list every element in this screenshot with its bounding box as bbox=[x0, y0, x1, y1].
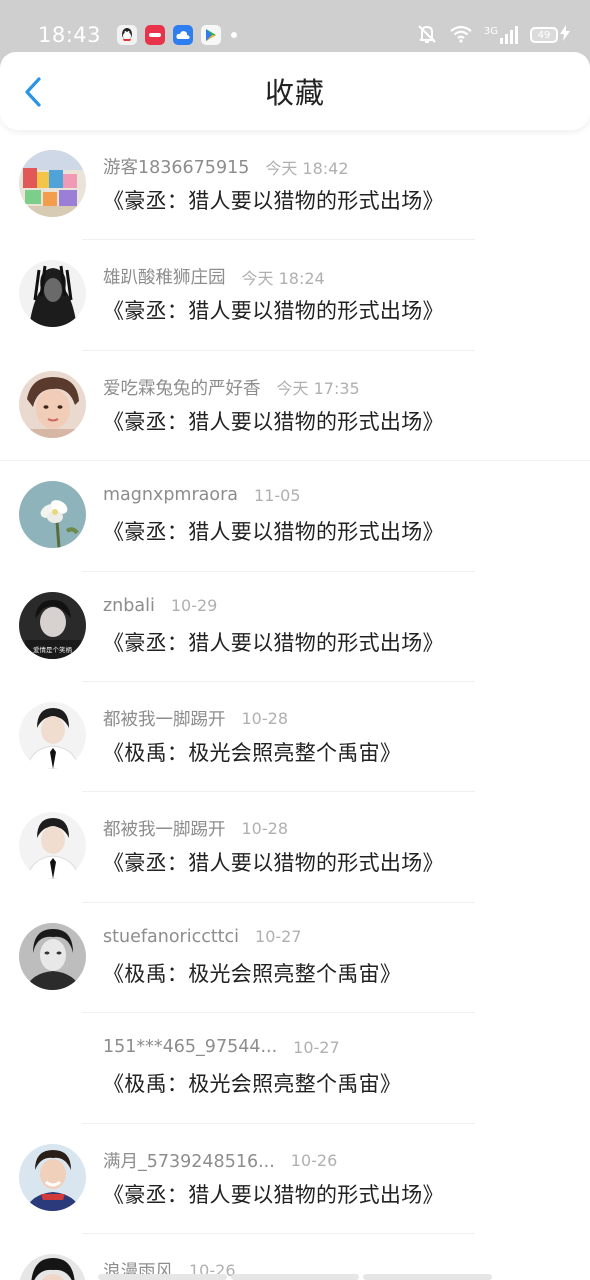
play-store-icon bbox=[201, 25, 222, 45]
header: 收藏 bbox=[0, 52, 590, 130]
timestamp: 今天 17:35 bbox=[276, 379, 360, 399]
timestamp: 10-27 bbox=[293, 1037, 340, 1057]
qq-icon bbox=[117, 25, 138, 45]
screen: 18:43 3G 49 收藏 游客1836675915 今天 18:42 《豪丞… bbox=[0, 0, 590, 1280]
avatar[interactable]: 爱情是个笑柄 bbox=[19, 591, 86, 659]
username[interactable]: magnxpmraora bbox=[103, 485, 238, 505]
network-type: 3G bbox=[483, 26, 498, 37]
more-notifications-dot bbox=[231, 32, 238, 38]
timestamp: 10-28 bbox=[241, 819, 289, 839]
mute-icon bbox=[416, 24, 438, 47]
timestamp: 10-29 bbox=[170, 596, 218, 616]
list-item[interactable]: 都被我一脚踢开 10-28 《极禹：极光会照亮整个禹宙》 bbox=[0, 682, 590, 793]
username[interactable]: 爱吃霖兔兔的严好香 bbox=[103, 375, 261, 400]
back-button[interactable] bbox=[18, 74, 48, 110]
favorite-title[interactable]: 《极禹：极光会照亮整个禹宙》 bbox=[103, 1068, 401, 1098]
username[interactable]: znbali bbox=[103, 596, 155, 616]
list-item[interactable]: 151***465_97544... 10-27 《极禹：极光会照亮整个禹宙》 bbox=[0, 1013, 590, 1124]
avatar[interactable] bbox=[19, 370, 86, 438]
timestamp: 10-28 bbox=[241, 708, 289, 728]
avatar[interactable] bbox=[19, 701, 86, 769]
cellular-signal-icon: 3G bbox=[484, 26, 518, 44]
favorite-title[interactable]: 《豪丞：猎人要以猎物的形式出场》 bbox=[103, 185, 444, 215]
username[interactable]: stuefanoriccttci bbox=[103, 927, 239, 947]
username[interactable]: 都被我一脚踢开 bbox=[103, 706, 226, 731]
battery-level: 49 bbox=[530, 27, 558, 43]
avatar[interactable] bbox=[19, 1143, 86, 1211]
favorite-title[interactable]: 《极禹：极光会照亮整个禹宙》 bbox=[103, 737, 401, 767]
favorite-title[interactable]: 《豪丞：猎人要以猎物的形式出场》 bbox=[103, 847, 444, 877]
item-meta: znbali 10-29 bbox=[103, 596, 217, 616]
favorite-title[interactable]: 《豪丞：猎人要以猎物的形式出场》 bbox=[103, 406, 444, 436]
favorite-title[interactable]: 《豪丞：猎人要以猎物的形式出场》 bbox=[103, 627, 444, 657]
svg-text:爱情是个笑柄: 爱情是个笑柄 bbox=[33, 645, 73, 654]
favorite-title[interactable]: 《极禹：极光会照亮整个禹宙》 bbox=[103, 958, 401, 988]
timestamp: 10-26 bbox=[290, 1150, 338, 1170]
avatar[interactable] bbox=[19, 922, 86, 990]
avatar[interactable] bbox=[19, 1253, 86, 1280]
charging-bolt-icon bbox=[560, 25, 570, 45]
avatar[interactable] bbox=[19, 1033, 86, 1100]
username[interactable]: 雄趴酸稚狮庄园 bbox=[103, 264, 226, 289]
item-meta: 都被我一脚踢开 10-28 bbox=[103, 816, 288, 841]
item-meta: 游客1836675915 今天 18:42 bbox=[103, 154, 349, 179]
list-item[interactable]: 雄趴酸稚狮庄园 今天 18:24 《豪丞：猎人要以猎物的形式出场》 bbox=[0, 240, 590, 351]
bottom-scroll-indicator bbox=[98, 1274, 493, 1280]
weibo-icon bbox=[145, 25, 166, 45]
list-item[interactable]: stuefanoriccttci 10-27 《极禹：极光会照亮整个禹宙》 bbox=[0, 903, 590, 1014]
username[interactable]: 满月_5739248516... bbox=[103, 1148, 275, 1173]
battery-icon: 49 bbox=[530, 25, 570, 45]
list-item[interactable]: 游客1836675915 今天 18:42 《豪丞：猎人要以猎物的形式出场》 bbox=[0, 130, 590, 241]
cloud-icon bbox=[173, 25, 194, 45]
status-time: 18:43 bbox=[38, 23, 102, 47]
list-item[interactable]: magnxpmraora 11-05 《豪丞：猎人要以猎物的形式出场》 bbox=[0, 461, 590, 572]
username[interactable]: 游客1836675915 bbox=[103, 154, 249, 179]
timestamp: 10-27 bbox=[255, 927, 302, 947]
username[interactable]: 都被我一脚踢开 bbox=[103, 816, 226, 841]
page-title: 收藏 bbox=[264, 76, 325, 110]
timestamp: 今天 18:42 bbox=[265, 158, 349, 178]
list-item[interactable]: 满月_5739248516... 10-26 《豪丞：猎人要以猎物的形式出场》 bbox=[0, 1124, 590, 1234]
list-item[interactable]: 爱情是个笑柄 znbali 10-29 《豪丞：猎人要以猎物的形式出场》 bbox=[0, 572, 590, 682]
item-meta: stuefanoriccttci 10-27 bbox=[103, 927, 302, 947]
wifi-icon bbox=[450, 25, 472, 46]
favorite-title[interactable]: 《豪丞：猎人要以猎物的形式出场》 bbox=[103, 295, 444, 325]
username[interactable]: 151***465_97544... bbox=[103, 1037, 277, 1057]
item-meta: 雄趴酸稚狮庄园 今天 18:24 bbox=[103, 264, 325, 289]
avatar[interactable] bbox=[19, 481, 86, 549]
item-meta: 爱吃霖兔兔的严好香 今天 17:35 bbox=[103, 375, 360, 400]
item-meta: magnxpmraora 11-05 bbox=[103, 485, 301, 505]
favorite-title[interactable]: 《豪丞：猎人要以猎物的形式出场》 bbox=[103, 516, 444, 546]
notification-icons bbox=[117, 25, 238, 45]
status-right: 3G 49 bbox=[416, 24, 570, 47]
item-meta: 满月_5739248516... 10-26 bbox=[103, 1148, 337, 1173]
avatar[interactable] bbox=[19, 260, 86, 328]
list-item[interactable]: 都被我一脚踢开 10-28 《豪丞：猎人要以猎物的形式出场》 bbox=[0, 792, 590, 903]
timestamp: 11-05 bbox=[254, 485, 301, 505]
avatar[interactable] bbox=[19, 812, 86, 880]
favorite-title[interactable]: 《豪丞：猎人要以猎物的形式出场》 bbox=[103, 1179, 444, 1209]
avatar[interactable] bbox=[19, 150, 86, 217]
timestamp: 今天 18:24 bbox=[241, 268, 325, 288]
list-item[interactable]: 爱吃霖兔兔的严好香 今天 17:35 《豪丞：猎人要以猎物的形式出场》 bbox=[0, 351, 590, 462]
item-meta: 都被我一脚踢开 10-28 bbox=[103, 706, 288, 731]
chevron-left-icon bbox=[25, 77, 41, 107]
item-meta: 151***465_97544... 10-27 bbox=[103, 1037, 340, 1057]
favorites-list: 游客1836675915 今天 18:42 《豪丞：猎人要以猎物的形式出场》 雄… bbox=[0, 130, 590, 1280]
